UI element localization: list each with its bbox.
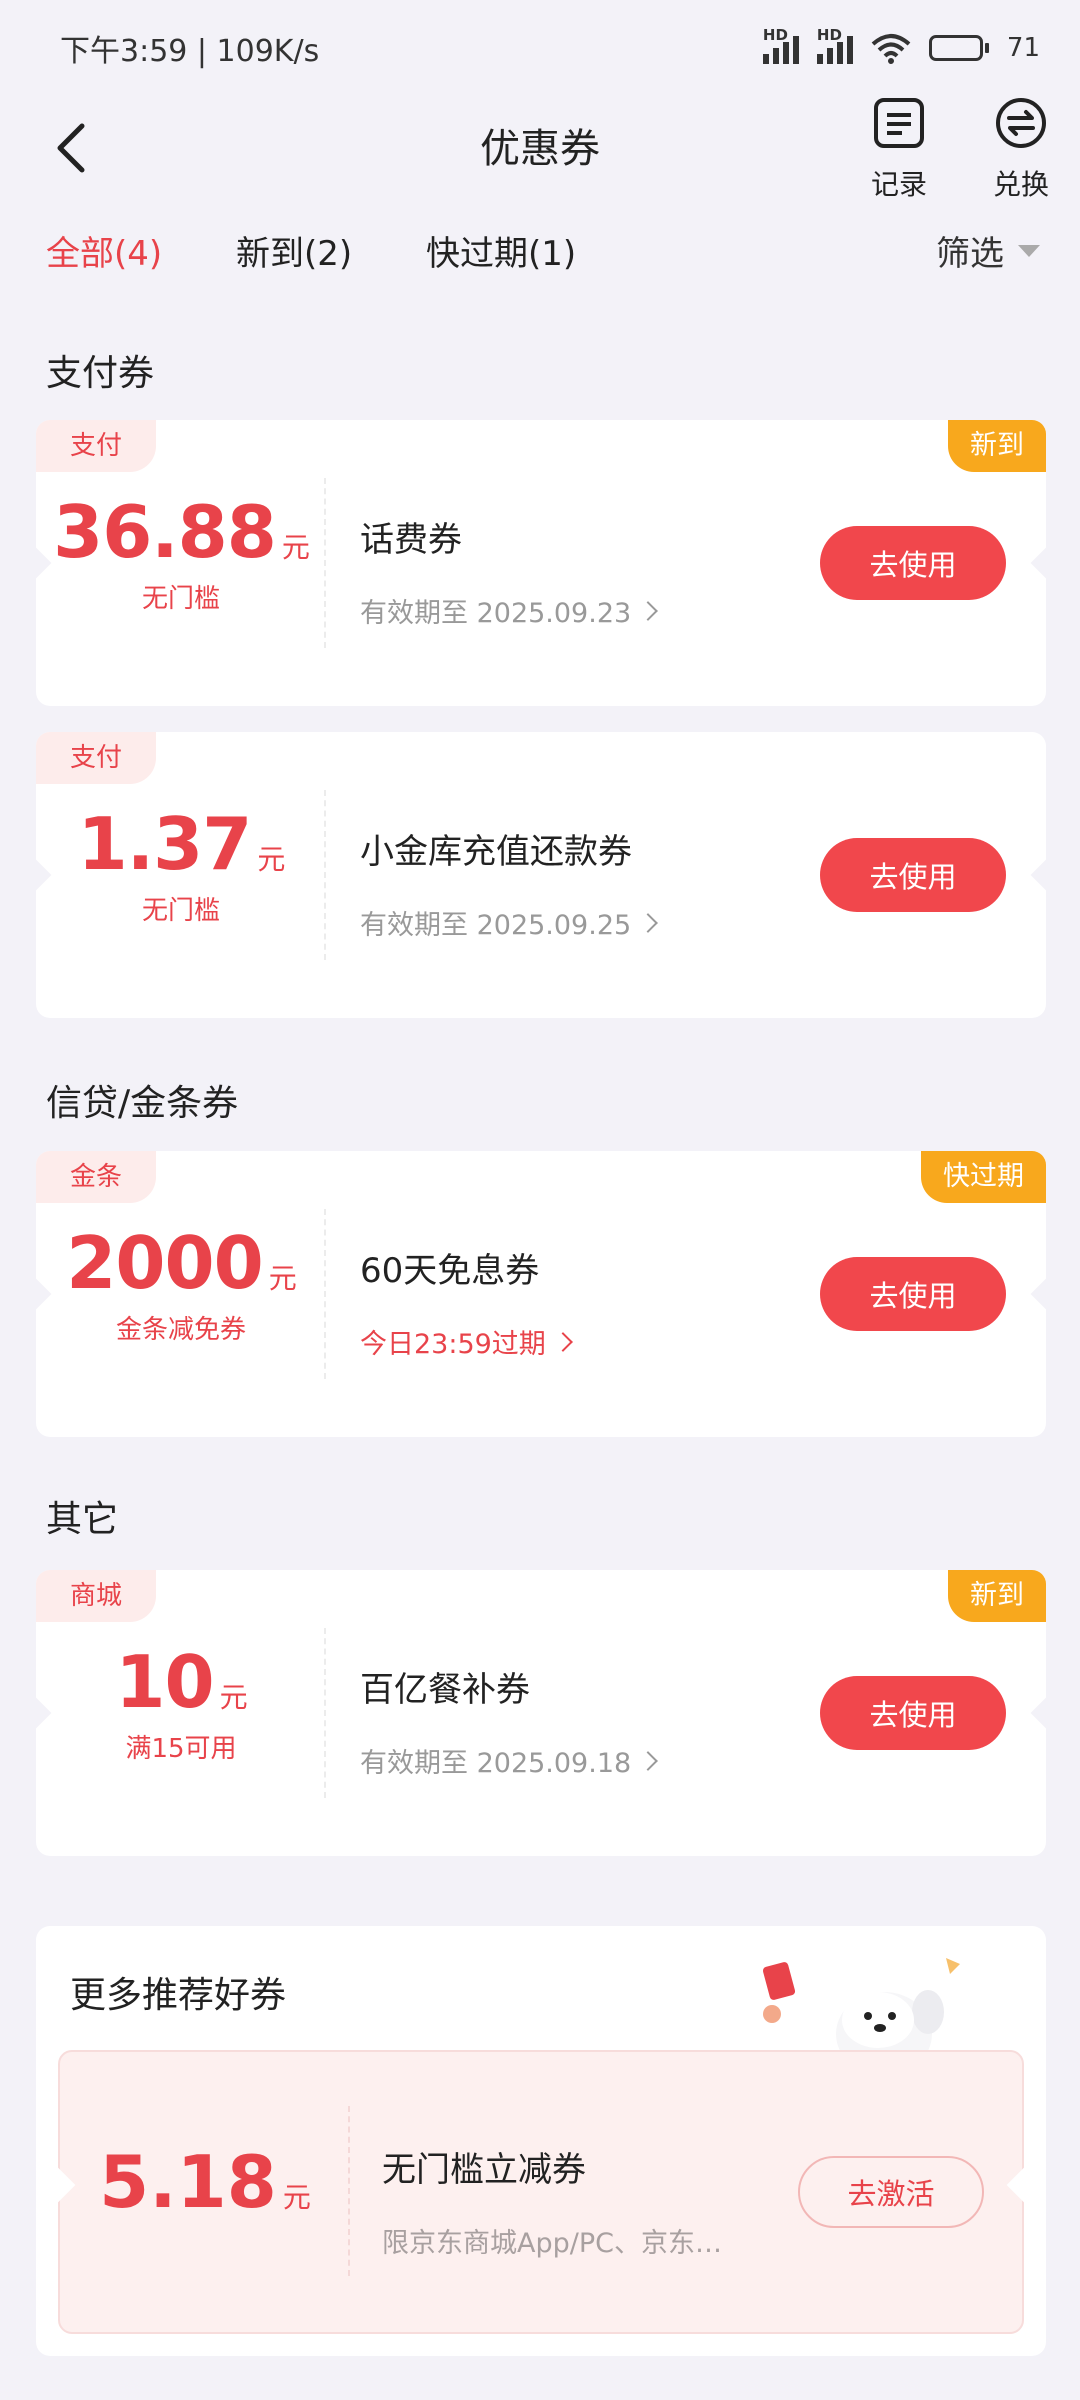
- coupon-condition: 无门槛: [141, 896, 220, 926]
- recommend-card: 更多推荐好券 5.18元 无门槛立减券 限京东商城App/PC、京东小程序使用 …: [36, 1926, 1046, 2356]
- status-badge: 快过期: [921, 1151, 1046, 1203]
- filter-label: 筛选: [936, 234, 1004, 274]
- use-button[interactable]: 去使用: [820, 526, 1006, 600]
- coupon-amount-block: 1.37 元 无门槛: [36, 802, 326, 927]
- coupon-validity[interactable]: 有效期至 2025.09.23: [360, 591, 659, 630]
- tab-all[interactable]: 全部(4): [46, 226, 162, 275]
- battery-icon: [928, 35, 989, 61]
- coupon-amount: 1.37 元: [77, 802, 286, 886]
- status-bar: 下午3:59 | 109K/s HD HD 71: [0, 0, 1080, 96]
- coupon-name: 话费券: [360, 520, 462, 560]
- record-button[interactable]: 记录: [854, 96, 944, 203]
- coupon-info: 百亿餐补券 有效期至 2025.09.18: [360, 1662, 659, 1780]
- signal-icon: HD: [762, 26, 799, 64]
- coupon-tag: 支付: [36, 732, 157, 784]
- coupon-name: 60天免息券: [360, 1251, 540, 1291]
- status-time: 下午3:59 | 109K/s: [60, 34, 320, 69]
- coupon-name: 小金库充值还款券: [360, 832, 632, 872]
- use-button[interactable]: 去使用: [820, 838, 1006, 912]
- coupon-amount: 2000 元: [66, 1221, 296, 1305]
- activate-button[interactable]: 去激活: [798, 2156, 984, 2228]
- recommend-amount: 5.18 元: [99, 2140, 311, 2224]
- signal-icon-2: HD: [816, 26, 853, 64]
- chevron-right-icon: [552, 1331, 573, 1352]
- status-icons: HD HD 71: [762, 26, 1040, 64]
- coupon-validity[interactable]: 有效期至 2025.09.25: [360, 903, 659, 942]
- recommend-info: 无门槛立减券 限京东商城App/PC、京东小程序使用: [382, 2142, 742, 2260]
- tab-expiring[interactable]: 快过期(1): [426, 226, 576, 275]
- wifi-icon: [871, 34, 911, 64]
- network-label-2: HD: [816, 26, 842, 44]
- coupon-card: 金条 快过期 2000 元 金条减免券 60天免息券 今日23:59过期 去使用: [36, 1151, 1046, 1437]
- nav-bar: 优惠券 记录 兑换: [0, 96, 1080, 236]
- use-button[interactable]: 去使用: [820, 1257, 1006, 1331]
- coupon-amount: 36.88 元: [53, 490, 310, 574]
- coupon-info: 60天免息券 今日23:59过期: [360, 1243, 573, 1361]
- exchange-label: 兑换: [992, 168, 1049, 201]
- use-button[interactable]: 去使用: [820, 1676, 1006, 1750]
- coupon-amount-block: 10 元 满15可用: [36, 1640, 326, 1765]
- recommend-coupon-desc: 限京东商城App/PC、京东小程序使用: [382, 2228, 742, 2259]
- chevron-right-icon: [638, 600, 659, 621]
- coupon-condition: 金条减免券: [115, 1315, 246, 1345]
- section-title-payment: 支付券: [46, 353, 155, 394]
- coupon-tag: 商城: [36, 1570, 157, 1622]
- coupon-condition: 无门槛: [141, 584, 220, 614]
- coupon-info: 小金库充值还款券 有效期至 2025.09.25: [360, 824, 659, 942]
- filter-tabs: 全部(4) 新到(2) 快过期(1) 筛选: [0, 226, 1080, 296]
- battery-percent: 71: [1006, 33, 1040, 63]
- coupon-amount-block: 36.88 元 无门槛: [36, 490, 326, 615]
- coupon-card: 商城 新到 10 元 满15可用 百亿餐补券 有效期至 2025.09.18 去使…: [36, 1570, 1046, 1856]
- section-title-credit: 信贷/金条券: [46, 1083, 239, 1124]
- record-icon: [874, 98, 924, 148]
- section-title-other: 其它: [46, 1499, 119, 1540]
- exchange-button[interactable]: 兑换: [976, 96, 1066, 203]
- coupon-info: 话费券 有效期至 2025.09.23: [360, 512, 659, 630]
- chevron-right-icon: [638, 912, 659, 933]
- coupon-validity[interactable]: 今日23:59过期: [360, 1322, 573, 1361]
- coupon-condition: 满15可用: [125, 1734, 237, 1764]
- coupon-validity[interactable]: 有效期至 2025.09.18: [360, 1741, 659, 1780]
- record-label: 记录: [870, 168, 927, 201]
- network-label: HD: [762, 26, 788, 44]
- exchange-icon: [996, 98, 1046, 148]
- coupon-tag: 支付: [36, 420, 157, 472]
- chevron-down-icon: [1018, 244, 1040, 257]
- status-badge: 新到: [948, 420, 1046, 472]
- filter-button[interactable]: 筛选: [936, 226, 1040, 275]
- status-badge: 新到: [948, 1570, 1046, 1622]
- recommend-coupon: 5.18元 无门槛立减券 限京东商城App/PC、京东小程序使用 去激活: [38, 2050, 1044, 2334]
- coupon-name: 百亿餐补券: [360, 1670, 530, 1710]
- chevron-right-icon: [638, 1750, 659, 1771]
- coupon-card: 支付 新到 36.88 元 无门槛 话费券 有效期至 2025.09.23 去使用: [36, 420, 1046, 706]
- recommend-title: 更多推荐好券: [70, 1975, 287, 2016]
- coupon-amount-block: 2000 元 金条减免券: [36, 1221, 326, 1346]
- tab-new[interactable]: 新到(2): [236, 226, 352, 275]
- coupon-amount: 10 元: [115, 1640, 247, 1724]
- recommend-coupon-name: 无门槛立减券: [382, 2150, 586, 2190]
- coupon-tag: 金条: [36, 1151, 157, 1203]
- coupon-card: 支付 1.37 元 无门槛 小金库充值还款券 有效期至 2025.09.25 去使…: [36, 732, 1046, 1018]
